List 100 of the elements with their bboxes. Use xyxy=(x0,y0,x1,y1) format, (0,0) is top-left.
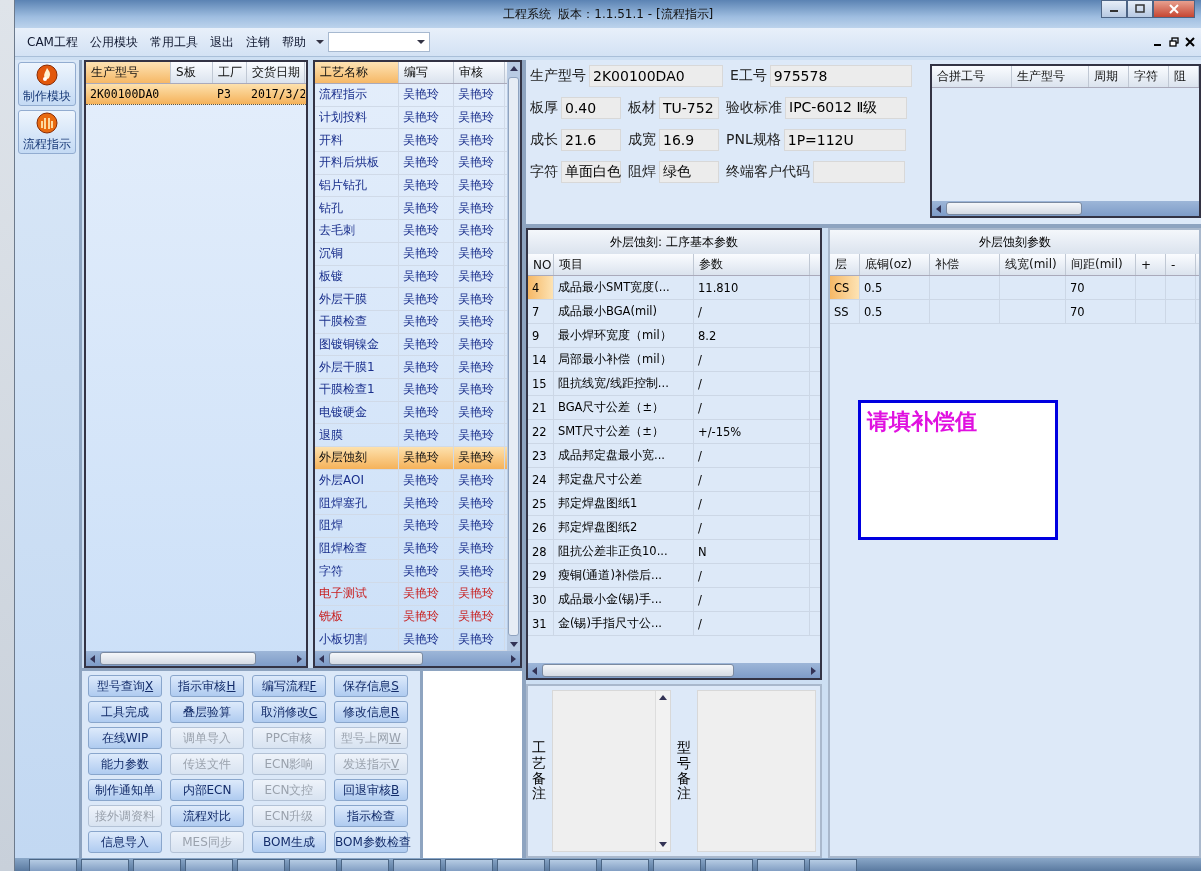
taskbar-button[interactable] xyxy=(601,859,649,871)
table-row[interactable]: 26 邦定焊盘图纸2 / xyxy=(528,516,820,540)
column-header[interactable]: 间距(mil) xyxy=(1066,254,1136,275)
column-header[interactable]: 底铜(oz) xyxy=(860,254,930,275)
column-header[interactable]: 审核 xyxy=(453,62,505,83)
action-button[interactable]: BOM生成 xyxy=(252,831,326,853)
table-row[interactable]: 阻焊 吴艳玲 吴艳玲 xyxy=(314,515,507,538)
table-row[interactable]: 板镀 吴艳玲 吴艳玲 xyxy=(314,265,507,289)
table-row[interactable]: 铣板 吴艳玲 吴艳玲 xyxy=(314,605,507,629)
table-row[interactable]: 9 最小焊环宽度（mil） 8.2 xyxy=(528,324,820,348)
action-button[interactable]: 保存信息S xyxy=(334,675,408,697)
table-row[interactable]: 外层蚀刻 吴艳玲 吴艳玲 xyxy=(314,447,507,470)
horizontal-scrollbar[interactable] xyxy=(932,201,1199,216)
action-button[interactable]: 叠层验算 xyxy=(170,701,244,723)
menu-item[interactable]: 常用工具 xyxy=(143,33,204,51)
table-row[interactable]: 24 邦定盘尺寸公差 / xyxy=(528,468,820,492)
table-row[interactable]: 铝片钻孔 吴艳玲 吴艳玲 xyxy=(314,174,507,198)
restore-icon[interactable] xyxy=(1169,37,1179,47)
maximize-button[interactable] xyxy=(1127,0,1153,18)
text-field[interactable]: TU-752 xyxy=(659,97,719,119)
action-button[interactable]: 指示审核H xyxy=(170,675,244,697)
taskbar-button[interactable] xyxy=(497,859,545,871)
table-row[interactable]: 电镀硬金 吴艳玲 吴艳玲 xyxy=(314,401,507,425)
column-header[interactable]: 线宽(mil) xyxy=(1000,254,1066,275)
table-row[interactable]: 22 SMT尺寸公差（±） +/-15% xyxy=(528,420,820,444)
table-row[interactable]: 电子测试 吴艳玲 吴艳玲 xyxy=(314,583,507,606)
text-field[interactable] xyxy=(813,161,905,183)
column-header[interactable]: 工艺名称 xyxy=(314,62,399,83)
column-header[interactable]: 补偿 xyxy=(930,254,1000,275)
text-field[interactable]: 2K00100DA0 xyxy=(589,65,723,87)
table-row[interactable]: SS 0.5 70 xyxy=(830,300,1199,324)
column-header[interactable]: - xyxy=(1166,254,1196,275)
taskbar-button[interactable] xyxy=(289,859,337,871)
action-button[interactable]: 在线WIP xyxy=(88,727,162,749)
text-field[interactable]: IPC-6012 Ⅱ级 xyxy=(785,97,907,119)
action-button[interactable]: 内部ECN xyxy=(170,779,244,801)
taskbar-button[interactable] xyxy=(185,859,233,871)
table-row[interactable]: 计划投料 吴艳玲 吴艳玲 xyxy=(314,106,507,130)
text-field[interactable]: 绿色 xyxy=(659,161,719,183)
dropdown-arrow-icon[interactable] xyxy=(315,39,324,45)
action-button[interactable]: 型号查询X xyxy=(88,675,162,697)
text-field[interactable]: 16.9 xyxy=(659,129,719,151)
table-row[interactable]: 外层干膜 吴艳玲 吴艳玲 xyxy=(314,288,507,311)
close-icon[interactable] xyxy=(1185,37,1195,47)
taskbar-button[interactable] xyxy=(393,859,441,871)
column-header[interactable]: 阻 xyxy=(1169,66,1199,87)
horizontal-scrollbar[interactable] xyxy=(528,663,820,678)
column-header[interactable]: 周期 xyxy=(1089,66,1130,87)
menu-item[interactable]: 公用模块 xyxy=(83,33,144,51)
menu-item[interactable]: CAM工程 xyxy=(21,33,84,51)
action-button[interactable]: 流程对比 xyxy=(170,805,244,827)
nav-button[interactable]: 制作模块 xyxy=(18,62,76,106)
taskbar-button[interactable] xyxy=(237,859,285,871)
action-button[interactable]: 指示检查 xyxy=(334,805,408,827)
action-button[interactable]: 制作通知单 xyxy=(88,779,162,801)
table-row[interactable]: 4 成品最小SMT宽度(... 11.810 xyxy=(528,276,820,300)
nav-button[interactable]: 流程指示 xyxy=(18,110,76,154)
column-header[interactable]: 工厂 xyxy=(213,62,247,83)
column-header[interactable]: 编写 xyxy=(398,62,454,83)
table-row[interactable]: 图镀铜镍金 吴艳玲 吴艳玲 xyxy=(314,333,507,357)
column-header[interactable]: 字符 xyxy=(1129,66,1170,87)
action-button[interactable]: 修改信息R xyxy=(334,701,408,723)
text-field[interactable]: 单面白色 xyxy=(561,161,621,183)
action-button[interactable]: 工具完成 xyxy=(88,701,162,723)
action-button[interactable]: 编写流程F xyxy=(252,675,326,697)
table-row[interactable]: 外层AOI 吴艳玲 吴艳玲 xyxy=(314,469,507,493)
action-button[interactable]: 能力参数 xyxy=(88,753,162,775)
table-row[interactable]: 25 邦定焊盘图纸1 / xyxy=(528,492,820,516)
notes-field[interactable] xyxy=(697,690,816,852)
horizontal-scrollbar[interactable] xyxy=(86,651,306,666)
text-field[interactable]: 21.6 xyxy=(561,129,621,151)
taskbar-button[interactable] xyxy=(29,859,77,871)
text-field[interactable]: 975578 xyxy=(769,65,912,87)
table-row[interactable]: 阻焊塞孔 吴艳玲 吴艳玲 xyxy=(314,492,507,516)
column-header[interactable]: S板 xyxy=(171,62,213,83)
action-button[interactable]: 回退审核B xyxy=(334,779,408,801)
table-row[interactable]: 流程指示 吴艳玲 吴艳玲 xyxy=(314,84,507,107)
table-row[interactable]: 15 阻抗线宽/线距控制... / xyxy=(528,372,820,396)
action-button[interactable]: 信息导入 xyxy=(88,831,162,853)
table-row[interactable]: 14 局部最小补偿（mil） / xyxy=(528,348,820,372)
table-row[interactable]: 沉铜 吴艳玲 吴艳玲 xyxy=(314,242,507,266)
table-row[interactable]: 23 成品邦定盘最小宽... / xyxy=(528,444,820,468)
table-row[interactable]: 28 阻抗公差非正负10... N xyxy=(528,540,820,564)
menu-item[interactable]: 注销 xyxy=(239,33,276,51)
table-row[interactable]: 开料后烘板 吴艳玲 吴艳玲 xyxy=(314,152,507,175)
column-header[interactable]: 生产型号 xyxy=(1011,66,1090,87)
table-row[interactable]: 阻焊检查 吴艳玲 吴艳玲 xyxy=(314,537,507,561)
close-button[interactable] xyxy=(1153,0,1195,18)
column-header[interactable]: NO xyxy=(528,254,554,275)
table-row[interactable]: 30 成品最小金(锡)手... / xyxy=(528,588,820,612)
menu-item[interactable]: 退出 xyxy=(203,33,240,51)
text-field[interactable]: 0.40 xyxy=(561,97,621,119)
taskbar-button[interactable] xyxy=(549,859,597,871)
text-field[interactable]: 1P=112U xyxy=(783,129,906,151)
taskbar-button[interactable] xyxy=(653,859,701,871)
table-row[interactable]: 21 BGA尺寸公差（±） / xyxy=(528,396,820,420)
taskbar-button[interactable] xyxy=(133,859,181,871)
taskbar-button[interactable] xyxy=(445,859,493,871)
taskbar-button[interactable] xyxy=(757,859,805,871)
table-row[interactable]: 开料 吴艳玲 吴艳玲 xyxy=(314,129,507,153)
